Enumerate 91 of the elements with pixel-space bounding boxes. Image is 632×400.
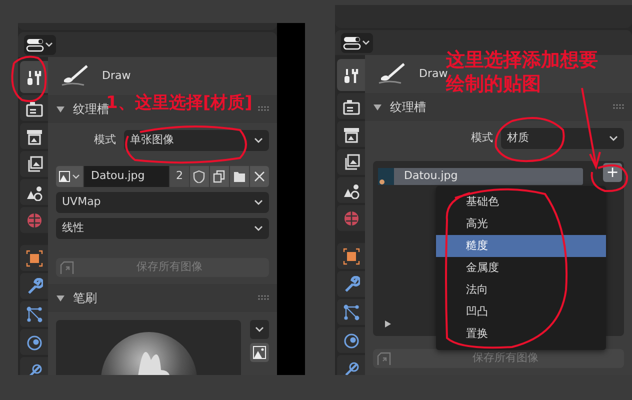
duplicate-button[interactable] <box>210 166 229 187</box>
images-icon <box>26 156 42 172</box>
image-icon <box>59 171 70 182</box>
images-icon <box>342 154 360 170</box>
tool-name: Draw <box>419 66 448 80</box>
shapes-icon <box>342 182 360 198</box>
properties-tab[interactable] <box>20 273 48 299</box>
wrench-icon <box>26 278 42 294</box>
properties-tab[interactable] <box>20 301 48 327</box>
printer-icon <box>26 128 42 144</box>
properties-tab[interactable] <box>337 93 365 119</box>
square-icon <box>26 250 42 266</box>
unlink-button[interactable] <box>250 166 269 187</box>
dropdown-button[interactable] <box>250 320 269 339</box>
copy-icon <box>213 170 226 183</box>
shield-icon <box>193 170 206 183</box>
mode-label: 模式 <box>471 130 493 146</box>
globe-icon <box>26 212 42 228</box>
mode-dropdown[interactable]: 单张图像 <box>124 130 269 151</box>
properties-tab[interactable] <box>337 299 365 325</box>
menu-item[interactable]: 高光 <box>436 213 606 235</box>
drag-handle-icon[interactable] <box>258 106 269 112</box>
tool-icon <box>343 66 360 84</box>
section-title: 笔刷 <box>73 290 97 307</box>
printer-icon <box>342 126 360 142</box>
menu-item[interactable]: 糙度 <box>436 235 606 257</box>
wrench-icon <box>342 276 360 292</box>
brush-icon <box>60 64 90 88</box>
tool-name: Draw <box>102 68 131 84</box>
shapes-icon <box>26 184 42 200</box>
chevron-icon <box>255 326 264 333</box>
image-type-button[interactable] <box>56 166 83 187</box>
tool-icon <box>26 68 43 86</box>
properties-tab[interactable] <box>337 243 365 269</box>
mode-dropdown[interactable]: 材质 <box>501 128 624 149</box>
properties-tab[interactable] <box>337 121 365 147</box>
drag-handle-icon[interactable] <box>613 104 624 110</box>
properties-tab[interactable] <box>337 355 365 375</box>
menu-item[interactable]: 置换 <box>436 323 606 345</box>
properties-tab[interactable] <box>337 327 365 353</box>
globe-icon <box>342 210 360 226</box>
orbit-icon <box>26 334 42 350</box>
menu-item[interactable]: 凹凸 <box>436 301 606 323</box>
image-button[interactable] <box>250 343 269 362</box>
properties-tab[interactable] <box>20 95 48 121</box>
user-count[interactable]: 2 <box>170 166 189 187</box>
chevron-icon <box>609 135 618 142</box>
menu-item[interactable]: 金属度 <box>436 257 606 279</box>
thumbnail-icon <box>378 168 394 185</box>
chevron-icon <box>254 137 263 144</box>
save-icon <box>60 260 74 274</box>
orbit-icon <box>342 332 360 348</box>
drag-handle-icon[interactable] <box>258 295 269 301</box>
menu-item[interactable]: 法向 <box>436 279 606 301</box>
properties-tab[interactable] <box>20 329 48 355</box>
square-icon <box>342 248 360 264</box>
nodes-icon <box>26 306 42 322</box>
properties-tab[interactable] <box>337 177 365 203</box>
properties-tab[interactable] <box>337 149 365 175</box>
properties-tab[interactable] <box>337 271 365 297</box>
brush-icon <box>377 62 407 86</box>
chevron-icon <box>254 199 263 206</box>
image-icon <box>253 346 266 359</box>
expand-triangle-icon[interactable] <box>384 320 392 328</box>
folder-icon <box>233 170 246 183</box>
uv-map-dropdown[interactable]: UVMap <box>56 192 269 213</box>
properties-tab[interactable] <box>20 179 48 205</box>
menu-item[interactable]: 基础色 <box>436 191 606 213</box>
section-title: 纹理槽 <box>73 102 109 118</box>
editor-type-button[interactable] <box>24 35 56 55</box>
section-header[interactable]: 笔刷 <box>48 284 277 312</box>
open-button[interactable] <box>230 166 249 187</box>
interpolation-dropdown[interactable]: 线性 <box>56 218 269 239</box>
close-icon <box>253 170 266 183</box>
chevron-icon <box>254 225 263 232</box>
properties-tab[interactable] <box>20 151 48 177</box>
properties-tab[interactable] <box>20 245 48 271</box>
texture-slot-row[interactable]: Datou.jpg <box>378 168 583 185</box>
save-icon <box>377 352 391 366</box>
editor-type-button[interactable] <box>341 33 373 53</box>
image-name-field[interactable]: Datou.jpg <box>84 166 169 187</box>
fake-user-button[interactable] <box>190 166 209 187</box>
camera-icon <box>26 100 42 116</box>
section-title: 纹理槽 <box>390 99 426 116</box>
chevron-icon <box>72 174 80 180</box>
properties-tab[interactable] <box>20 123 48 149</box>
camera-icon <box>342 98 360 114</box>
nodes-icon <box>342 304 360 320</box>
properties-tab[interactable] <box>337 59 366 91</box>
mode-label: 模式 <box>94 132 116 148</box>
section-header[interactable]: 纹理槽 <box>365 93 632 121</box>
